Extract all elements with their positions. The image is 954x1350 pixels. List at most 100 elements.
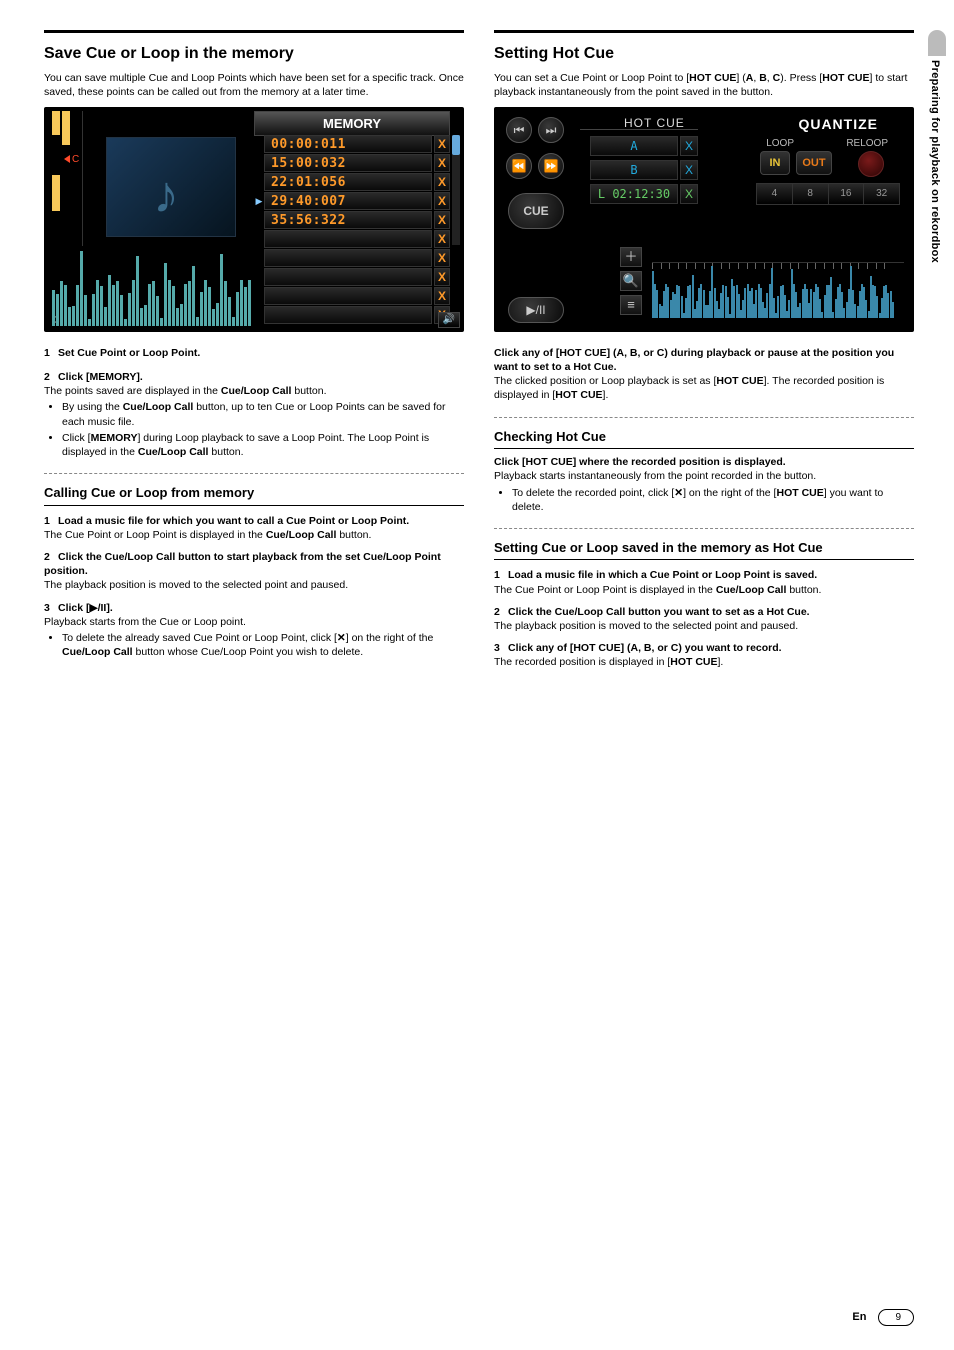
search-rev-button[interactable]: ⏪ — [506, 153, 532, 179]
add-button[interactable]: ＋ — [620, 247, 642, 267]
step-2-bullets: By using the Cue/Loop Call button, up to… — [56, 400, 464, 459]
memory-time-slot[interactable] — [264, 249, 432, 267]
list-button[interactable]: ≡ — [620, 295, 642, 315]
step-2-body: The points saved are displayed in the Cu… — [44, 384, 464, 398]
step-1: 1Set Cue Point or Loop Point. — [44, 346, 464, 360]
loop-out-button[interactable]: OUT — [796, 151, 832, 175]
figure-player-panel: ⏮ ⏭ ⏪ ⏩ CUE ▶/II HOT CUE QUANTIZE LOOP R… — [494, 107, 914, 332]
memory-time-slot[interactable]: 29:40:007 — [264, 192, 432, 210]
sidebar-cap-icon — [928, 30, 946, 56]
set-step-3: 3Click any of [HOT CUE] (A, B, or C) you… — [494, 641, 914, 655]
set-step-2-body: The playback position is moved to the se… — [494, 619, 914, 633]
search-fwd-button[interactable]: ⏩ — [538, 153, 564, 179]
music-note-icon: ♪ — [153, 160, 179, 230]
memory-scrollbar[interactable] — [452, 135, 460, 245]
loop-in-button[interactable]: IN — [760, 151, 790, 175]
delete-icon[interactable]: X — [434, 135, 450, 153]
beat-cell[interactable]: 32 — [864, 184, 899, 204]
memory-row[interactable]: 00:00:011X — [254, 135, 450, 154]
dashed-separator — [494, 417, 914, 418]
delete-icon[interactable]: X — [434, 230, 450, 248]
section-rule — [494, 30, 914, 33]
track-prev-button[interactable]: ⏮ — [506, 117, 532, 143]
beat-cell[interactable]: 8 — [793, 184, 829, 204]
step-2: 2Click [MEMORY]. — [44, 370, 464, 384]
dashed-separator — [44, 473, 464, 474]
memory-time-slot[interactable] — [264, 230, 432, 248]
memory-row[interactable]: 22:01:056X — [254, 173, 450, 192]
set-step-2: 2Click the Cue/Loop Call button you want… — [494, 605, 914, 619]
memory-time-slot[interactable]: 22:01:056 — [264, 173, 432, 191]
set-step-3-body: The recorded position is displayed in [H… — [494, 655, 914, 669]
subsection-title: Calling Cue or Loop from memory — [44, 484, 464, 506]
set-step-1: 1Load a music file in which a Cue Point … — [494, 568, 914, 582]
memory-row[interactable]: X — [254, 249, 450, 268]
memory-header: MEMORY — [254, 111, 450, 137]
calling-step-3: 3Click [▶/II]. — [44, 601, 464, 615]
calling-step-3-body: Playback starts from the Cue or Loop poi… — [44, 615, 464, 629]
calling-step-2-body: The playback position is moved to the se… — [44, 578, 464, 592]
check-bullets: To delete the recorded point, click [✕] … — [506, 486, 914, 514]
delete-icon[interactable]: X — [434, 173, 450, 191]
memory-time-slot[interactable]: 35:56:322 — [264, 211, 432, 229]
album-art-placeholder: ♪ — [106, 137, 236, 237]
memory-row[interactable]: 15:00:032X — [254, 154, 450, 173]
memory-row[interactable]: X — [254, 268, 450, 287]
hotcue-slot[interactable]: B — [590, 160, 678, 180]
memory-time-slot[interactable]: 15:00:032 — [264, 154, 432, 172]
delete-icon[interactable]: X — [680, 160, 698, 180]
calling-step-1: 1Load a music file for which you want to… — [44, 514, 464, 528]
section-title: Save Cue or Loop in the memory — [44, 43, 464, 65]
play-pause-button[interactable]: ▶/II — [508, 297, 564, 323]
waveform-detail — [652, 262, 904, 318]
delete-icon[interactable]: X — [434, 211, 450, 229]
beat-strip[interactable]: 481632 — [756, 183, 900, 205]
cue-marker-label: C — [72, 153, 79, 167]
subsection-title: Checking Hot Cue — [494, 428, 914, 450]
reloop-label: RELOOP — [846, 137, 888, 151]
sidebar-label: Preparing for playback on rekordbox — [927, 60, 942, 263]
hotcue-row[interactable]: L 02:12:30X — [590, 183, 698, 205]
loop-label: LOOP — [766, 137, 794, 151]
delete-icon[interactable]: X — [434, 268, 450, 286]
memory-row[interactable]: ▶29:40:007X — [254, 192, 450, 211]
play-indicator-icon: ▶ — [254, 195, 264, 207]
check-head: Click [HOT CUE] where the recorded posit… — [494, 455, 914, 469]
delete-icon[interactable]: X — [434, 192, 450, 210]
memory-time-slot[interactable] — [264, 287, 432, 305]
beat-cell[interactable]: 16 — [829, 184, 865, 204]
delete-icon[interactable]: X — [434, 287, 450, 305]
figure-memory-panel: C 3 ♪ MEMORY 00:00:011X15:00:032X22:01:0… — [44, 107, 464, 332]
track-next-button[interactable]: ⏭ — [538, 117, 564, 143]
set-step-1-body: The Cue Point or Loop Point is displayed… — [494, 583, 914, 597]
hotcue-row[interactable]: AX — [590, 135, 698, 157]
calling-step-2: 2Click the Cue/Loop Call button to start… — [44, 550, 464, 578]
hotcue-row[interactable]: BX — [590, 159, 698, 181]
intro-text: You can save multiple Cue and Loop Point… — [44, 71, 464, 99]
delete-icon[interactable]: X — [434, 249, 450, 267]
memory-time-slot[interactable] — [264, 306, 432, 324]
cue-button[interactable]: CUE — [508, 193, 564, 229]
reloop-button[interactable] — [858, 151, 884, 177]
memory-row[interactable]: X — [254, 230, 450, 249]
memory-row[interactable]: X — [254, 306, 450, 325]
delete-icon[interactable]: X — [680, 136, 698, 156]
speaker-icon[interactable]: 🔊 — [438, 312, 460, 328]
beat-cell[interactable]: 4 — [757, 184, 793, 204]
check-body: Playback starts instantaneously from the… — [494, 469, 914, 483]
left-column: Save Cue or Loop in the memory You can s… — [44, 30, 464, 669]
subsection-title: Setting Cue or Loop saved in the memory … — [494, 539, 914, 561]
zoom-button[interactable]: 🔍 — [620, 271, 642, 291]
hotcue-instruction-body: The clicked position or Loop playback is… — [494, 374, 914, 402]
delete-icon[interactable]: X — [434, 154, 450, 172]
memory-row[interactable]: X — [254, 287, 450, 306]
hotcue-slot[interactable]: L 02:12:30 — [590, 184, 678, 204]
hotcue-instruction-head: Click any of [HOT CUE] (A, B, or C) duri… — [494, 346, 914, 374]
calling-step-1-body: The Cue Point or Loop Point is displayed… — [44, 528, 464, 542]
hotcue-slot[interactable]: A — [590, 136, 678, 156]
cue-marker-icon — [64, 155, 70, 163]
memory-time-slot[interactable] — [264, 268, 432, 286]
memory-row[interactable]: 35:56:322X — [254, 211, 450, 230]
memory-time-slot[interactable]: 00:00:011 — [264, 135, 432, 153]
delete-icon[interactable]: X — [680, 184, 698, 204]
